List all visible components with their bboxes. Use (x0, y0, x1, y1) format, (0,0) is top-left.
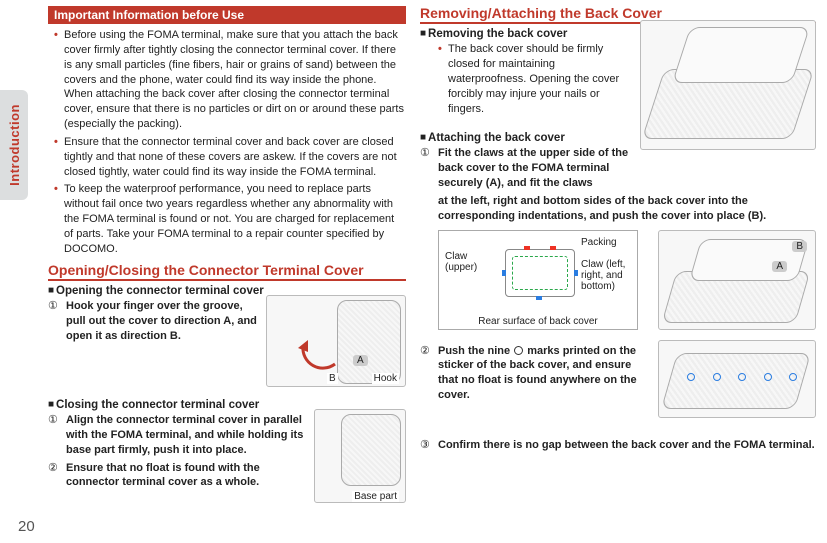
label-base-part: Base part (352, 491, 399, 502)
info-bullet: Ensure that the connector terminal cover… (54, 135, 406, 180)
step-text: Fit the claws at the upper side of the b… (438, 147, 628, 189)
step-text: Ensure that no float is found with the c… (66, 462, 260, 489)
removing-bullet: The back cover should be firmly closed f… (420, 42, 626, 116)
push-marks-illustration (658, 340, 816, 418)
step-text: Hook your finger over the groove, pull o… (66, 300, 257, 342)
label-a: A (353, 355, 368, 366)
opening-illustration: B A Hook (266, 295, 406, 387)
step-number: ① (48, 299, 58, 314)
label-claw-sides: Claw (left, right, and bottom) (581, 259, 637, 292)
side-tab: Introduction (0, 90, 28, 200)
right-column: Removing/Attaching the Back Cover Removi… (420, 6, 816, 455)
attaching-step-2: ② Push the nine marks printed on the sti… (420, 344, 638, 403)
ab-illustration: A B (658, 230, 816, 330)
label-hook: Hook (372, 373, 399, 384)
attaching-step-1a: ① Fit the claws at the upper side of the… (420, 146, 638, 191)
step-text: at the left, right and bottom sides of t… (438, 195, 766, 222)
label-packing: Packing (581, 237, 617, 248)
side-tab-label: Introduction (7, 104, 22, 186)
info-bullet: Before using the FOMA terminal, make sur… (54, 28, 406, 132)
diagram-footer: Rear surface of back cover (439, 316, 637, 327)
ring-mark-icon (514, 346, 523, 355)
closing-illustration: Base part (314, 409, 406, 503)
step-number: ② (48, 461, 58, 476)
attaching-step-1b: at the left, right and bottom sides of t… (420, 194, 816, 224)
closing-step-1: ① Align the connector terminal cover in … (48, 413, 306, 458)
step-number: ① (48, 413, 58, 428)
open-close-title: Opening/Closing the Connector Terminal C… (48, 263, 406, 281)
important-info-list: Before using the FOMA terminal, make sur… (48, 28, 406, 257)
step-number: ③ (420, 438, 430, 453)
page-number: 20 (18, 518, 35, 535)
left-column: Important Information before Use Before … (48, 6, 406, 503)
attaching-step-3: ③ Confirm there is no gap between the ba… (420, 438, 816, 453)
step-number: ① (420, 146, 430, 161)
step-text: Align the connector terminal cover in pa… (66, 414, 303, 456)
label-claw-upper: Claw (upper) (445, 251, 499, 273)
step-number: ② (420, 344, 430, 359)
label-b: B (792, 241, 807, 252)
step-text: Push the nine marks printed on the stick… (438, 345, 637, 402)
claw-diagram: Claw (upper) Packing Claw (left, right, … (438, 230, 638, 330)
important-info-heading: Important Information before Use (48, 6, 406, 24)
info-bullet: To keep the waterproof performance, you … (54, 182, 406, 256)
label-a: A (772, 261, 787, 272)
closing-step-2: ② Ensure that no float is found with the… (48, 461, 306, 491)
opening-step: ① Hook your finger over the groove, pull… (48, 299, 258, 344)
step-text: Confirm there is no gap between the back… (438, 439, 815, 451)
removing-illustration (640, 20, 816, 150)
